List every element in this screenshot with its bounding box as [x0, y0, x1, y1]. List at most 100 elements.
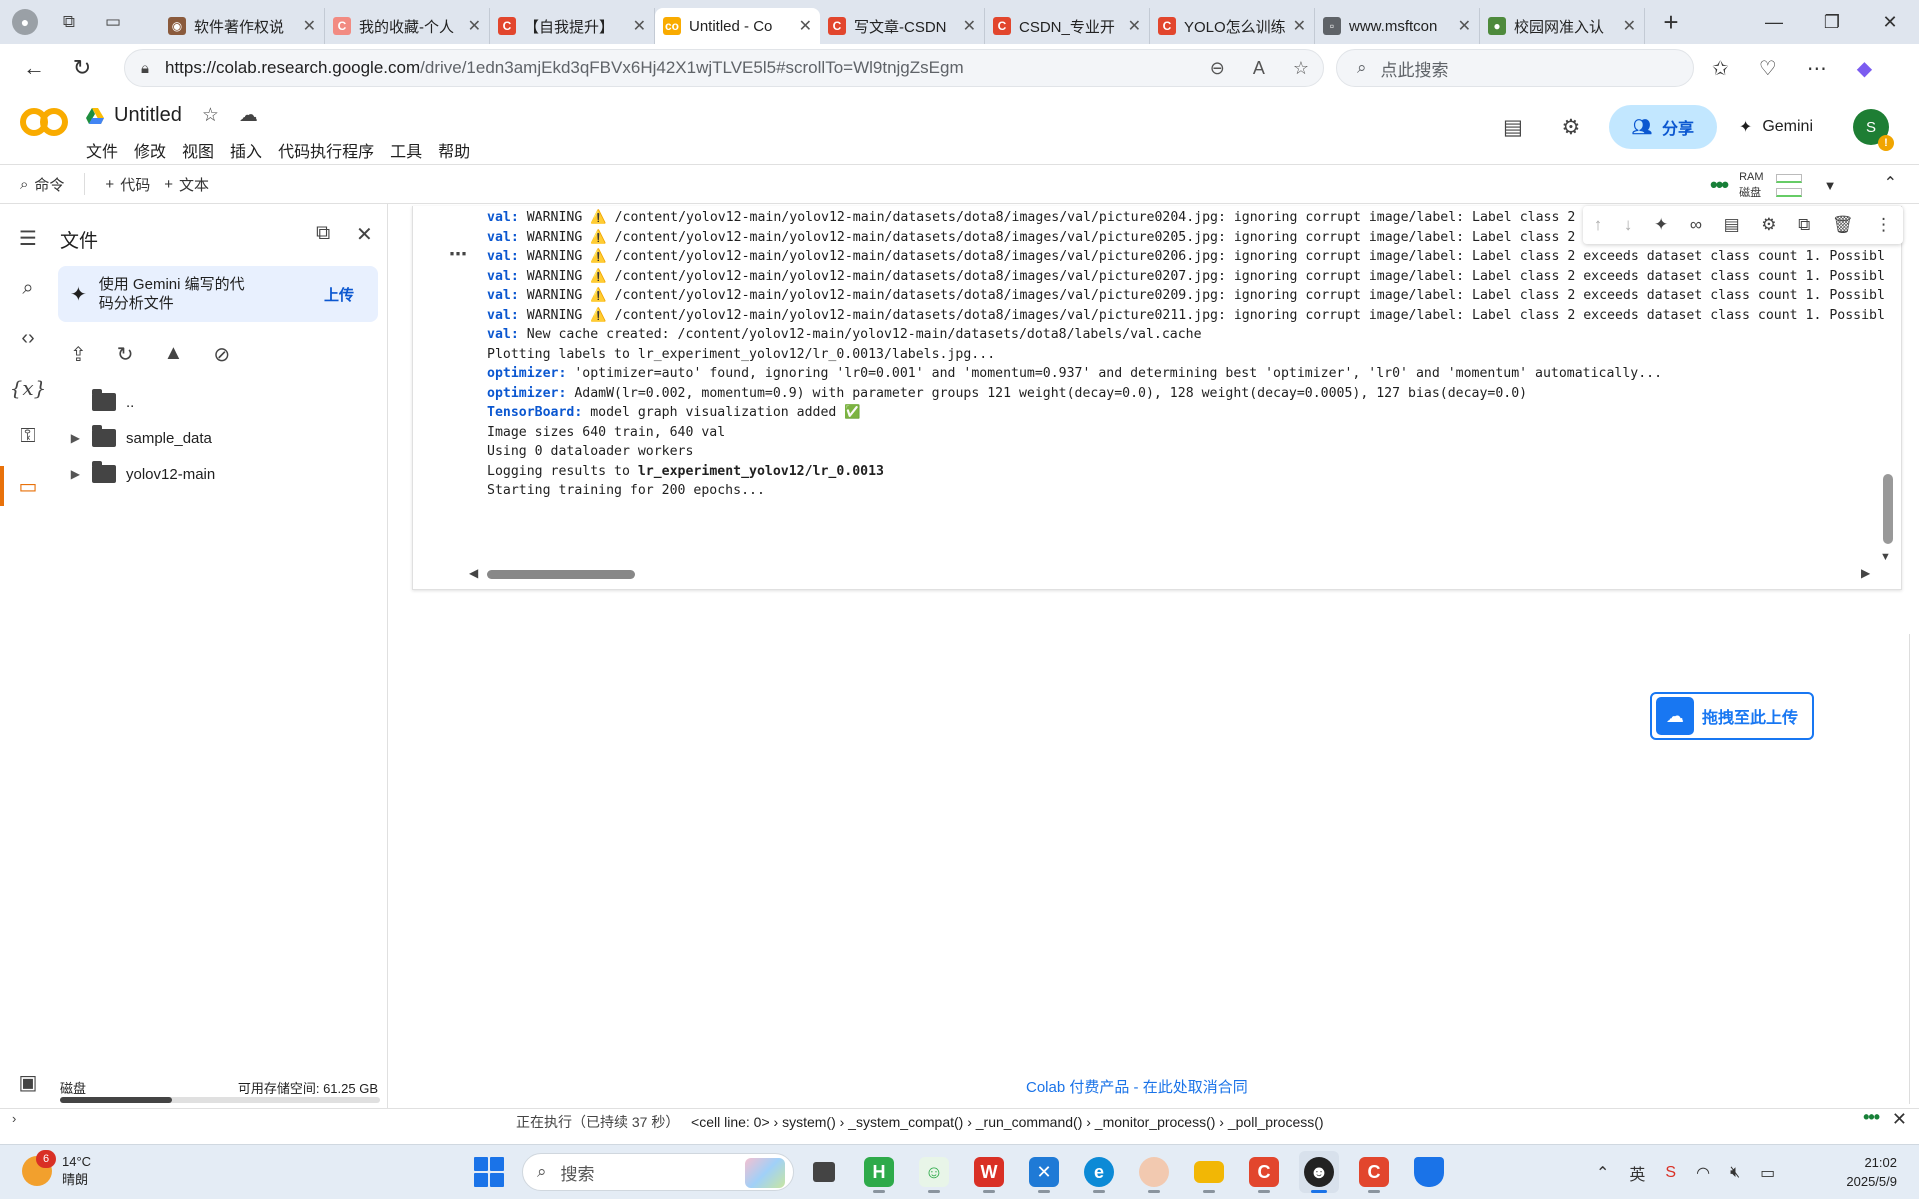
link-icon[interactable]: ∞ [1690, 215, 1702, 235]
favorite-star-icon[interactable]: ☆ [1293, 58, 1309, 79]
sougou-icon[interactable]: S [1665, 1164, 1676, 1182]
colab-logo[interactable] [20, 107, 68, 137]
menu-item[interactable]: 工具 [390, 138, 422, 162]
ime-icon[interactable]: 英 [1629, 1161, 1645, 1185]
notebook-scrollbar[interactable] [1909, 634, 1919, 1104]
scroll-right-arrow-icon[interactable]: ▶ [1861, 566, 1870, 580]
copilot-icon[interactable]: ◆ [1857, 56, 1872, 81]
lock-icon[interactable]: 🔒︎ [141, 60, 149, 77]
refresh-icon[interactable]: ↻ [117, 342, 134, 367]
variables-icon[interactable]: {x} [10, 374, 47, 402]
menu-item[interactable]: 视图 [182, 138, 214, 162]
settings-gear-icon[interactable]: ⚙ [1551, 107, 1591, 147]
hide-hidden-files-icon[interactable]: ⊘ [213, 342, 230, 367]
vscode-icon[interactable]: ✕ [1024, 1151, 1064, 1193]
clock[interactable]: 21:02 2025/5/9 [1846, 1153, 1897, 1191]
edge-browser-icon[interactable]: e [1079, 1151, 1119, 1193]
star-icon[interactable]: ☆ [202, 104, 219, 127]
upload-file-icon[interactable]: ⇪ [70, 342, 87, 367]
add-code-cell-button[interactable]: + 代码 [105, 174, 150, 195]
files-folder-icon[interactable]: ▭ [14, 472, 42, 500]
wps-office-icon[interactable]: W [969, 1151, 1009, 1193]
output-vertical-scrollbar[interactable] [1883, 474, 1893, 544]
cell-output-menu-icon[interactable]: ⋯ [449, 244, 468, 265]
wifi-icon[interactable]: ◠ [1696, 1163, 1710, 1183]
command-palette-button[interactable]: ⌕ 命令 [20, 174, 64, 195]
output-horizontal-scrollbar[interactable] [487, 570, 635, 579]
expand-caret-icon[interactable]: ▶ [56, 431, 80, 445]
mirror-cell-icon[interactable]: ⧉ [1798, 215, 1810, 235]
comment-icon[interactable]: ▤ [1724, 215, 1740, 235]
colab-paid-products-link[interactable]: Colab 付费产品 - 在此处取消合同 [1026, 1076, 1248, 1097]
resource-monitor[interactable]: ••• RAM 磁盘 ▼ [1710, 169, 1836, 201]
more-vert-icon[interactable]: ⋮ [1875, 215, 1892, 235]
favorites-icon[interactable]: ✩ [1712, 56, 1729, 81]
refresh-icon[interactable]: ↻ [62, 48, 102, 88]
csdn-app-icon[interactable]: C [1244, 1151, 1284, 1193]
cell-settings-gear-icon[interactable]: ⚙ [1761, 215, 1776, 235]
code-cell[interactable]: ⋯ val: WARNING ⚠️ /content/yolov12-main/… [412, 206, 1903, 590]
menu-item[interactable]: 文件 [86, 138, 118, 162]
browser-tab[interactable]: ▫ www.msftcon ✕ [1315, 8, 1480, 44]
share-button[interactable]: 👥︎ 分享 [1608, 105, 1717, 149]
profile-icon[interactable]: ● [12, 9, 38, 35]
back-arrow-icon[interactable]: ← [14, 48, 54, 88]
close-tab-icon[interactable]: ✕ [633, 16, 646, 36]
browser-tab[interactable]: C 写文章-CSDN ✕ [820, 8, 985, 44]
read-aloud-icon[interactable]: A [1253, 58, 1265, 79]
task-view-icon[interactable] [804, 1151, 844, 1193]
move-up-icon[interactable]: ↑ [1594, 215, 1603, 235]
status-more-icon[interactable]: ••• [1863, 1107, 1880, 1128]
avatar[interactable]: S ! [1853, 109, 1894, 151]
chevron-down-icon[interactable]: ▼ [1824, 178, 1837, 193]
cloud-saved-icon[interactable]: ☁︎ [239, 104, 258, 127]
secrets-key-icon[interactable]: ⚿ [14, 422, 42, 450]
file-explorer-icon[interactable] [1189, 1151, 1229, 1193]
close-window-icon[interactable]: ✕ [1861, 0, 1919, 44]
move-down-icon[interactable]: ↓ [1624, 215, 1633, 235]
url-field[interactable]: 🔒︎ https://colab.research.google.com/dri… [124, 49, 1324, 87]
close-status-icon[interactable]: ✕ [1892, 1109, 1907, 1130]
new-tab-button[interactable]: + [1651, 4, 1691, 40]
minimize-icon[interactable]: — [1745, 0, 1803, 44]
browser-tab[interactable]: co Untitled - Co ✕ [655, 8, 820, 44]
expand-status-icon[interactable]: › [12, 1111, 16, 1126]
browser-essentials-icon[interactable]: ♡ [1759, 56, 1777, 81]
menu-item[interactable]: 插入 [230, 138, 262, 162]
delete-trash-icon[interactable]: 🗑︎ [1832, 215, 1854, 235]
close-tab-icon[interactable]: ✕ [468, 16, 481, 36]
close-tab-icon[interactable]: ✕ [1623, 16, 1636, 36]
gemini-upload-link[interactable]: 上传 [324, 284, 354, 305]
menu-item[interactable]: 代码执行程序 [278, 138, 374, 162]
hbuilder-icon[interactable]: H [859, 1151, 899, 1193]
scroll-left-arrow-icon[interactable]: ◀ [469, 566, 478, 580]
open-in-tab-icon[interactable]: ⧉ [316, 222, 330, 245]
menu-item[interactable]: 帮助 [438, 138, 470, 162]
restore-icon[interactable]: ❐ [1803, 0, 1861, 44]
workspaces-icon[interactable]: ⧉ [56, 9, 82, 35]
csdn-app-icon-2[interactable]: C [1354, 1151, 1394, 1193]
google-drive-icon[interactable] [86, 107, 104, 124]
close-tab-icon[interactable]: ✕ [303, 16, 316, 36]
close-tab-icon[interactable]: ✕ [799, 16, 812, 36]
volume-muted-icon[interactable]: 🔇︎ [1730, 1164, 1740, 1182]
vertical-tabs-icon[interactable]: ▭ [100, 9, 126, 35]
drag-upload-widget[interactable]: ☁︎ 拖拽至此上传 [1650, 692, 1814, 740]
notebook-name[interactable]: Untitled [114, 104, 182, 127]
close-tab-icon[interactable]: ✕ [1293, 16, 1306, 36]
browser-tab[interactable]: C 我的收藏-个人 ✕ [325, 8, 490, 44]
weather-widget[interactable]: 6 14°C 晴朗 [22, 1150, 91, 1189]
menu-item[interactable]: 修改 [134, 138, 166, 162]
file-tree-row[interactable]: ▶ yolov12-main [56, 456, 386, 492]
scroll-down-arrow-icon[interactable]: ▼ [1880, 551, 1891, 563]
qq-icon[interactable]: ☻ [1299, 1151, 1339, 1193]
mount-drive-icon[interactable]: ▲ [164, 342, 184, 367]
security-shield-icon[interactable] [1409, 1151, 1449, 1193]
browser-search-field[interactable]: ⌕ 点此搜索 [1336, 49, 1694, 87]
close-tab-icon[interactable]: ✕ [1458, 16, 1471, 36]
find-replace-icon[interactable]: ⌕ [14, 274, 42, 302]
terminal-icon[interactable]: ▣ [14, 1068, 42, 1096]
gemini-button[interactable]: ✦ Gemini [1739, 117, 1813, 137]
close-tab-icon[interactable]: ✕ [963, 16, 976, 36]
collapse-header-icon[interactable]: ⌃ [1884, 173, 1897, 193]
